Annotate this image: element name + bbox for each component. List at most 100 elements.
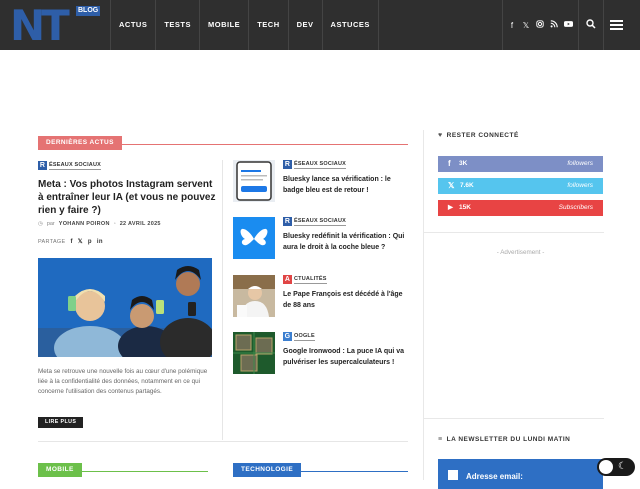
side-category[interactable]: G OOGLE [283, 332, 315, 341]
article-thumbnail[interactable] [233, 275, 275, 317]
instagram-icon[interactable] [536, 20, 544, 30]
list-icon: ≡ [438, 436, 443, 443]
follower-count: 7.6K [460, 182, 474, 189]
divider [578, 0, 579, 50]
category-label: OOGLE [294, 333, 315, 341]
site-logo[interactable]: NT BLOG [10, 1, 101, 50]
toggle-knob [599, 460, 613, 474]
newsletter-box: Adresse email: [438, 459, 603, 489]
clock-icon: ◷ [38, 221, 43, 227]
section-rule [233, 470, 408, 472]
side-article-title[interactable]: Le Pape François est décédé à l'âge de 8… [283, 289, 409, 311]
nav-item-astuces[interactable]: ASTUCES [321, 0, 379, 50]
side-category[interactable]: R ÉSEAUX SOCIAUX [283, 217, 347, 226]
lead-excerpt: Meta se retrouve une nouvelle fois au cœ… [38, 368, 208, 395]
sidebar-divider [424, 418, 604, 419]
newsletter-header: ≡ LA NEWSLETTER DU LUNDI MATIN [438, 436, 570, 443]
author-link[interactable]: YOHANN POIRON [59, 221, 110, 227]
header-social-icons: f 𝕏 [508, 0, 573, 50]
subscriber-label: Subscribers [558, 204, 593, 211]
sidebar-divider [423, 130, 424, 480]
side-article-title[interactable]: Bluesky lance sa vérification : le badge… [283, 174, 409, 196]
divider [502, 0, 503, 50]
side-article-title[interactable]: Google Ironwood : La puce IA qui va pulv… [283, 346, 409, 368]
follower-label: followers [567, 182, 593, 189]
side-article[interactable]: A CTUALITÉS Le Pape François est décédé … [233, 275, 408, 319]
heart-icon: ♥ [438, 132, 443, 139]
nav-item-tests[interactable]: TESTS [155, 0, 199, 50]
side-article[interactable]: R ÉSEAUX SOCIAUX Bluesky redéfinit la vé… [233, 217, 408, 261]
lead-article-title[interactable]: Meta : Vos photos Instagram servent à en… [38, 178, 216, 217]
connect-header: ♥ RESTER CONNECTÉ [438, 132, 519, 139]
category-label: ÉSEAUX SOCIAUX [294, 218, 347, 226]
youtube-icon: ▶ [448, 204, 453, 211]
section-header-mobile: MOBILE [38, 458, 208, 477]
follower-label: followers [567, 160, 593, 167]
main-nav: ACTUS TESTS MOBILE TECH DEV ASTUCES [110, 0, 379, 50]
side-category[interactable]: R ÉSEAUX SOCIAUX [283, 160, 347, 169]
publish-date: 22 AVRIL 2025 [119, 221, 161, 227]
dark-mode-toggle[interactable]: ☾ [597, 458, 635, 476]
side-category[interactable]: A CTUALITÉS [283, 275, 327, 284]
category-letter: R [283, 217, 292, 226]
nav-item-actus[interactable]: ACTUS [110, 0, 155, 50]
side-article[interactable]: G OOGLE Google Ironwood : La puce IA qui… [233, 332, 408, 376]
x-followers-bar[interactable]: 𝕏 7.6K followers [438, 178, 603, 194]
category-letter: R [283, 160, 292, 169]
top-navbar: NT BLOG ACTUS TESTS MOBILE TECH DEV ASTU… [0, 0, 640, 50]
nav-item-dev[interactable]: DEV [287, 0, 322, 50]
meta-by: par [46, 221, 55, 227]
category-letter: G [283, 332, 292, 341]
category-label: ÉSEAUX SOCIAUX [294, 161, 347, 169]
category-letter: A [283, 275, 292, 284]
nav-item-mobile[interactable]: MOBILE [199, 0, 248, 50]
lead-meta: ◷ par YOHANN POIRON ◦ 22 AVRIL 2025 [38, 221, 161, 227]
section-rule [38, 470, 208, 472]
x-share-icon[interactable]: 𝕏 [78, 238, 83, 245]
moon-icon: ☾ [618, 461, 627, 472]
section-divider [38, 441, 408, 442]
lead-category[interactable]: R ÉSEAUX SOCIAUX [38, 161, 102, 170]
newsletter-title: LA NEWSLETTER DU LUNDI MATIN [446, 436, 571, 443]
share-label: PARTAGE [38, 238, 66, 245]
read-more-button[interactable]: LIRE PLUS [38, 417, 84, 428]
facebook-icon[interactable]: f [508, 21, 516, 30]
side-article-title[interactable]: Bluesky redéfinit la vérification : Qui … [283, 231, 409, 253]
logo-tag: BLOG [76, 6, 101, 16]
category-label: ÉSEAUX SOCIAUX [49, 162, 102, 170]
facebook-icon: f [448, 159, 451, 168]
youtube-subscribers-bar[interactable]: ▶ 15K Subscribers [438, 200, 603, 216]
divider [603, 0, 604, 50]
x-icon[interactable]: 𝕏 [522, 21, 530, 30]
facebook-share-icon[interactable]: f [70, 239, 72, 245]
nav-item-tech[interactable]: TECH [248, 0, 287, 50]
connect-title: RESTER CONNECTÉ [446, 132, 519, 139]
x-icon: 𝕏 [448, 181, 455, 190]
subscriber-count: 15K [459, 204, 471, 211]
column-divider [222, 160, 223, 440]
follower-count: 3K [459, 160, 468, 167]
facebook-followers-bar[interactable]: f 3K followers [438, 156, 603, 172]
logo-text: NT [10, 1, 70, 50]
category-label: CTUALITÉS [294, 276, 327, 284]
section-header-latest: DERNIÈRES ACTUS [38, 131, 408, 150]
share-bar: PARTAGE f 𝕏 p in [38, 238, 103, 246]
sidebar-divider [424, 232, 604, 233]
advertisement-label: - Advertisement - [496, 249, 545, 256]
rss-icon[interactable] [550, 20, 558, 30]
meta-dot: ◦ [113, 221, 116, 227]
section-rule [38, 143, 408, 145]
linkedin-share-icon[interactable]: in [97, 239, 103, 245]
pinterest-share-icon[interactable]: p [88, 239, 92, 245]
lead-article-image[interactable] [38, 258, 212, 357]
newsletter-icon [448, 470, 458, 480]
youtube-icon[interactable] [564, 20, 573, 30]
side-article[interactable]: R ÉSEAUX SOCIAUX Bluesky lance sa vérifi… [233, 160, 408, 204]
article-thumbnail[interactable] [233, 332, 275, 374]
category-letter: R [38, 161, 47, 170]
section-header-technologie: TECHNOLOGIE [233, 458, 408, 477]
article-thumbnail[interactable] [233, 160, 275, 202]
article-thumbnail[interactable] [233, 217, 275, 259]
search-icon[interactable] [586, 19, 598, 31]
menu-icon[interactable] [610, 20, 623, 30]
